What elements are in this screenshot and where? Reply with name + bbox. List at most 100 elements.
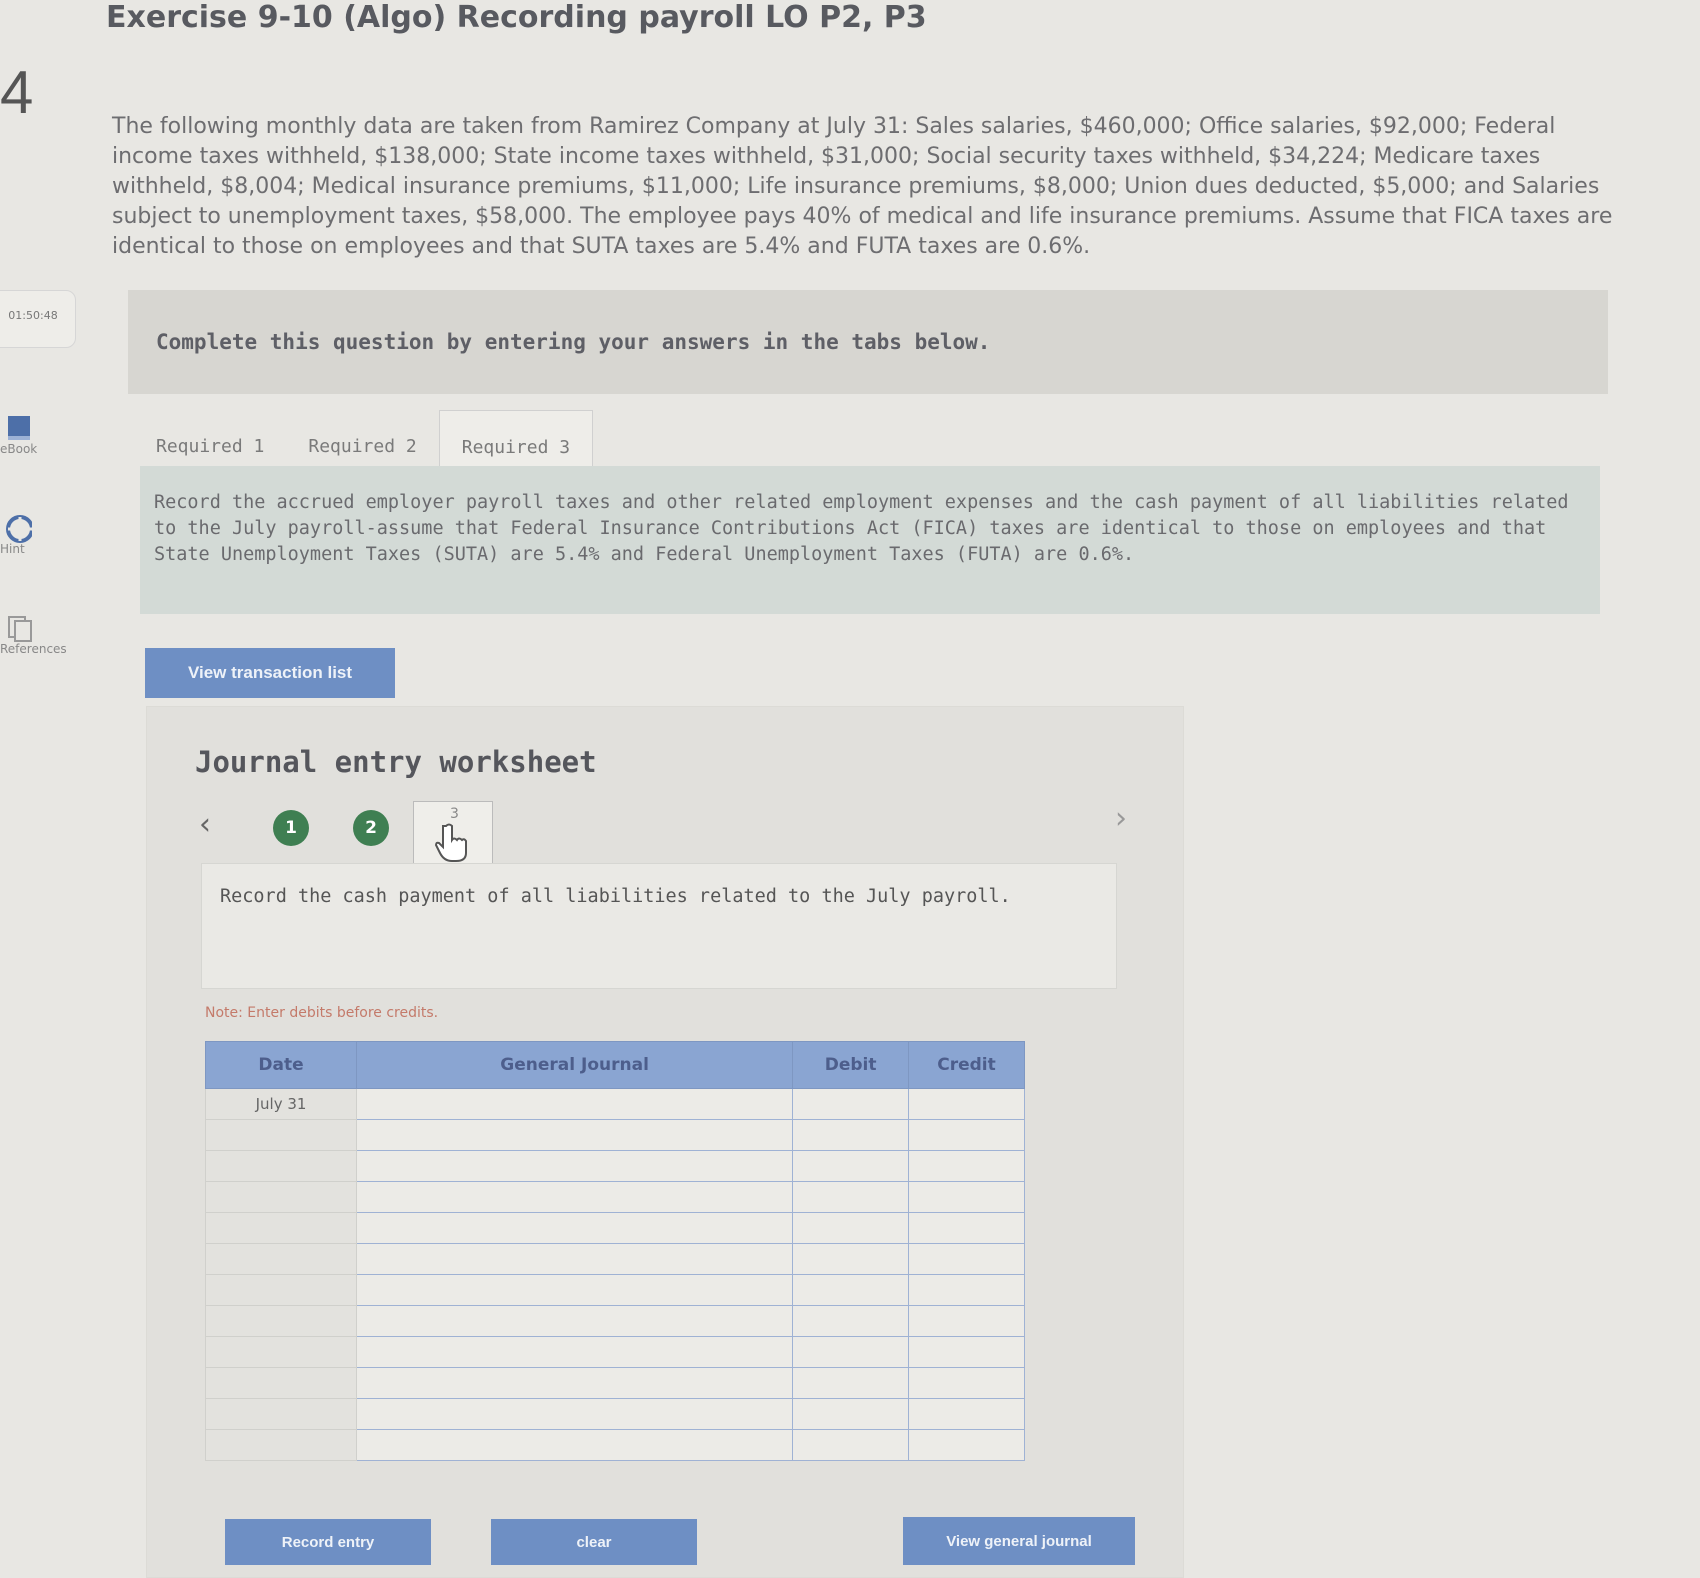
credit-input[interactable]	[909, 1120, 1024, 1150]
account-input[interactable]	[357, 1399, 793, 1429]
debit-input[interactable]	[793, 1337, 909, 1367]
step-3[interactable]: 3	[413, 801, 493, 867]
account-input[interactable]	[357, 1368, 793, 1398]
chevron-left-icon[interactable]: ‹	[199, 807, 211, 842]
sidebar-item-label: References	[0, 642, 67, 656]
column-header-general-journal: General Journal	[356, 1041, 794, 1089]
credit-cell	[908, 1119, 1025, 1151]
credit-input[interactable]	[909, 1275, 1024, 1305]
column-header-credit: Credit	[908, 1041, 1025, 1089]
credit-cell	[908, 1429, 1025, 1461]
table-row	[204, 1398, 1025, 1430]
table-row	[204, 1181, 1025, 1213]
date-cell[interactable]	[204, 1305, 358, 1337]
column-header-date: Date	[204, 1041, 358, 1089]
view-transaction-list-button[interactable]: View transaction list	[145, 648, 395, 698]
account-input[interactable]	[357, 1182, 793, 1212]
sidebar-item-ebook[interactable]: eBook	[0, 416, 90, 456]
debit-input[interactable]	[793, 1368, 909, 1398]
chevron-right-icon[interactable]: ›	[1115, 801, 1127, 836]
debit-input[interactable]	[793, 1182, 909, 1212]
date-cell[interactable]	[204, 1274, 358, 1306]
table-row	[204, 1212, 1025, 1244]
date-cell[interactable]	[204, 1398, 358, 1430]
account-cell	[356, 1243, 794, 1275]
credit-cell	[908, 1367, 1025, 1399]
account-cell	[356, 1429, 794, 1461]
credit-input[interactable]	[909, 1151, 1024, 1181]
date-cell[interactable]	[204, 1367, 358, 1399]
account-cell	[356, 1181, 794, 1213]
journal-table: Date General Journal Debit Credit July 3…	[204, 1041, 1025, 1461]
account-input[interactable]	[357, 1089, 793, 1119]
debit-input[interactable]	[793, 1089, 909, 1119]
account-input[interactable]	[357, 1337, 793, 1367]
debit-input[interactable]	[793, 1430, 909, 1460]
step-2[interactable]: 2	[353, 810, 389, 846]
debit-input[interactable]	[793, 1399, 909, 1429]
account-input[interactable]	[357, 1244, 793, 1274]
account-input[interactable]	[357, 1275, 793, 1305]
entry-note: Note: Enter debits before credits.	[205, 1005, 439, 1021]
sidebar-item-label: Hint	[0, 542, 25, 556]
debit-cell	[792, 1119, 910, 1151]
debit-input[interactable]	[793, 1275, 909, 1305]
table-row	[204, 1150, 1025, 1182]
table-row	[204, 1367, 1025, 1399]
step-description: Record the cash payment of all liabiliti…	[201, 863, 1117, 989]
account-cell	[356, 1274, 794, 1306]
date-cell[interactable]	[204, 1181, 358, 1213]
credit-input[interactable]	[909, 1399, 1024, 1429]
question-number: 4	[0, 59, 34, 126]
sidebar-item-references[interactable]: References	[0, 616, 90, 656]
credit-input[interactable]	[909, 1182, 1024, 1212]
account-input[interactable]	[357, 1151, 793, 1181]
date-cell[interactable]	[204, 1429, 358, 1461]
step-1[interactable]: 1	[273, 810, 309, 846]
hand-cursor-icon	[434, 823, 467, 862]
account-input[interactable]	[357, 1213, 793, 1243]
date-cell[interactable]	[204, 1119, 358, 1151]
table-row	[204, 1336, 1025, 1368]
table-row	[204, 1305, 1025, 1337]
debit-input[interactable]	[793, 1151, 909, 1181]
debit-cell	[792, 1274, 910, 1306]
debit-cell	[792, 1398, 910, 1430]
debit-cell	[792, 1150, 910, 1182]
debit-cell	[792, 1243, 910, 1275]
account-cell	[356, 1212, 794, 1244]
copy-icon	[6, 616, 32, 642]
date-cell[interactable]	[204, 1212, 358, 1244]
credit-input[interactable]	[909, 1337, 1024, 1367]
credit-input[interactable]	[909, 1430, 1024, 1460]
account-input[interactable]	[357, 1120, 793, 1150]
credit-cell	[908, 1212, 1025, 1244]
account-cell	[356, 1398, 794, 1430]
credit-input[interactable]	[909, 1306, 1024, 1336]
date-cell[interactable]	[204, 1336, 358, 1368]
clear-button[interactable]: clear	[491, 1519, 697, 1565]
debit-cell	[792, 1336, 910, 1368]
debit-input[interactable]	[793, 1120, 909, 1150]
view-general-journal-button[interactable]: View general journal	[903, 1517, 1135, 1565]
lifebuoy-icon	[6, 515, 32, 543]
account-cell	[356, 1367, 794, 1399]
credit-input[interactable]	[909, 1244, 1024, 1274]
debit-input[interactable]	[793, 1244, 909, 1274]
credit-input[interactable]	[909, 1089, 1024, 1119]
record-entry-button[interactable]: Record entry	[225, 1519, 431, 1565]
requirement-instructions: Record the accrued employer payroll taxe…	[140, 466, 1600, 614]
debit-input[interactable]	[793, 1213, 909, 1243]
credit-input[interactable]	[909, 1213, 1024, 1243]
date-cell[interactable]	[204, 1150, 358, 1182]
credit-input[interactable]	[909, 1368, 1024, 1398]
date-cell[interactable]	[204, 1243, 358, 1275]
book-icon	[6, 416, 32, 442]
account-cell	[356, 1088, 794, 1120]
account-input[interactable]	[357, 1306, 793, 1336]
debit-input[interactable]	[793, 1306, 909, 1336]
sidebar-item-hint[interactable]: Hint	[0, 515, 90, 556]
date-cell[interactable]: July 31	[204, 1088, 358, 1120]
account-input[interactable]	[357, 1430, 793, 1460]
debit-cell	[792, 1429, 910, 1461]
